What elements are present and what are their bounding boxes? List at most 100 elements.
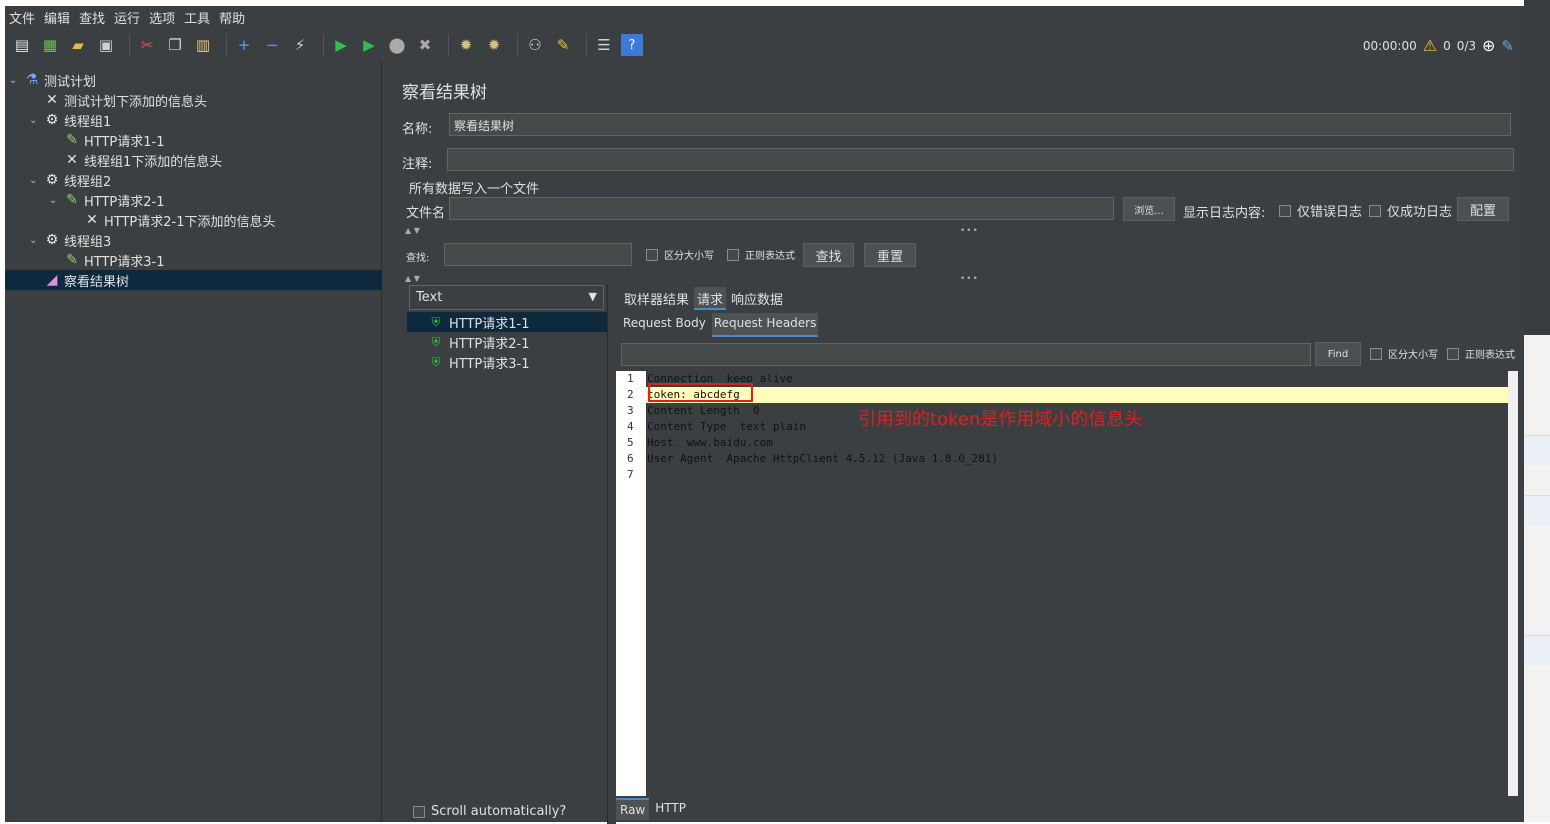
log-icon[interactable]: ✎ (1501, 37, 1514, 55)
warning-icon[interactable]: ⚠ (1423, 36, 1437, 55)
remote-icon[interactable]: ⊕ (1482, 36, 1495, 55)
tree-node-http-1-1[interactable]: ✎ HTTP请求1-1 (49, 130, 164, 150)
reset-search-icon[interactable]: ✎ (552, 34, 574, 56)
tree-node-view-results-tree[interactable]: ◢ 察看结果树 (5, 270, 382, 290)
collapse-icon[interactable]: − (261, 34, 283, 56)
pipette-icon: ✎ (66, 132, 78, 148)
case-sensitive-checkbox[interactable]: 区分大小写 (646, 247, 714, 262)
templates-icon[interactable]: ▦ (39, 34, 61, 56)
tab-http[interactable]: HTTP (651, 798, 690, 820)
function-helper-icon[interactable]: ☰ (593, 34, 615, 56)
header-search-input[interactable] (621, 343, 1311, 366)
elapsed-timer: 00:00:00 (1362, 38, 1417, 53)
tab-request-headers[interactable]: Request Headers (711, 313, 819, 337)
comment-field[interactable] (447, 148, 1514, 171)
save-icon[interactable]: ▣ (95, 34, 117, 56)
list-item[interactable]: ⛨ HTTP请求1-1 (407, 312, 607, 332)
result-label: HTTP请求2-1 (449, 336, 530, 352)
case-sensitive-label: 区分大小写 (664, 251, 714, 262)
line-number: 2 (627, 388, 634, 401)
stop-icon[interactable]: ⬤ (386, 34, 408, 56)
list-item[interactable]: ⛨ HTTP请求2-1 (407, 332, 607, 352)
splitter-middle[interactable]: ▲ ▼ ••• (405, 274, 1515, 284)
tree-node-test-plan[interactable]: ⌄ ⚗ 测试计划 (9, 70, 96, 90)
warning-count: 0 (1443, 38, 1451, 53)
expand-toggle-icon[interactable]: ⌄ (29, 175, 43, 186)
clear-all-icon[interactable]: ✹ (483, 34, 505, 56)
expand-toggle-icon[interactable]: ⌄ (9, 75, 23, 86)
menu-run[interactable]: 运行 (114, 8, 140, 27)
tab-sampler-result[interactable]: 取样器结果 (621, 287, 692, 310)
search-input[interactable] (444, 243, 632, 266)
code-line-highlighted: token: abcdefg (646, 387, 1508, 403)
expand-toggle-icon[interactable]: ⌄ (49, 195, 63, 206)
menu-help[interactable]: 帮助 (219, 8, 245, 27)
tab-response-data[interactable]: 响应数据 (728, 287, 786, 310)
cut-icon[interactable]: ✂ (136, 34, 158, 56)
header-case-checkbox[interactable]: 区分大小写 (1370, 346, 1438, 361)
menu-search[interactable]: 查找 (79, 8, 105, 27)
start-icon[interactable]: ▶ (330, 34, 352, 56)
header-find-button[interactable]: Find (1315, 342, 1361, 366)
success-only-label: 仅成功日志 (1387, 205, 1453, 220)
regex-checkbox[interactable]: 正则表达式 (727, 247, 795, 262)
pipette-icon: ✎ (66, 252, 78, 268)
vertical-splitter[interactable] (607, 284, 616, 824)
clear-icon[interactable]: ✹ (455, 34, 477, 56)
result-label: HTTP请求1-1 (449, 316, 530, 332)
tree-node-group1-header[interactable]: ✕ 线程组1下添加的信息头 (49, 150, 222, 170)
shield-check-icon: ⛨ (431, 354, 441, 369)
find-button[interactable]: 查找 (803, 243, 854, 267)
result-label: HTTP请求3-1 (449, 356, 530, 372)
tree-node-http2-header[interactable]: ✕ HTTP请求2-1下添加的信息头 (69, 210, 275, 230)
name-field[interactable]: 察看结果树 (449, 113, 1511, 136)
list-item[interactable]: ⛨ HTTP请求3-1 (407, 352, 607, 372)
header-regex-checkbox[interactable]: 正则表达式 (1447, 346, 1515, 361)
tree-node-plan-header[interactable]: ✕ 测试计划下添加的信息头 (29, 90, 207, 110)
tools-icon: ✕ (66, 152, 78, 168)
shutdown-icon[interactable]: ✖ (414, 34, 436, 56)
expand-toggle-icon[interactable]: ⌄ (29, 235, 43, 246)
code-area[interactable]: Connection keep alive token: abcdefg Con… (646, 371, 1508, 796)
copy-icon[interactable]: ❐ (164, 34, 186, 56)
flask-icon: ⚗ (25, 72, 39, 88)
tree-node-http-2-1[interactable]: ⌄ ✎ HTTP请求2-1 (49, 190, 165, 210)
gear-icon: ⚙ (45, 172, 59, 188)
tree-node-http-3-1[interactable]: ✎ HTTP请求3-1 (49, 250, 164, 270)
scroll-auto-checkbox[interactable]: Scroll automatically? (413, 804, 566, 819)
open-icon[interactable]: ▰ (67, 34, 89, 56)
toolbar-separator (517, 34, 518, 56)
expand-toggle-icon[interactable]: ⌄ (29, 115, 43, 126)
errors-only-checkbox[interactable]: 仅错误日志 (1279, 201, 1362, 220)
tab-request-body[interactable]: Request Body (621, 313, 708, 337)
help-icon[interactable]: ? (621, 34, 643, 56)
tree-node-label: 测试计划下添加的信息头 (64, 94, 208, 110)
browse-button[interactable]: 浏览... (1123, 197, 1175, 221)
menu-file[interactable]: 文件 (9, 8, 35, 27)
success-only-checkbox[interactable]: 仅成功日志 (1369, 201, 1452, 220)
paste-icon[interactable]: ▥ (192, 34, 214, 56)
start-no-pause-icon[interactable]: ▶ (358, 34, 380, 56)
request-headers-editor[interactable]: 1 2 3 4 5 6 7 Connection keep alive toke… (616, 371, 1518, 796)
tree-node-thread-group-3[interactable]: ⌄ ⚙ 线程组3 (29, 230, 111, 250)
menu-edit[interactable]: 编辑 (44, 8, 70, 27)
tab-raw[interactable]: Raw (616, 798, 650, 820)
tab-request[interactable]: 请求 (694, 287, 727, 310)
line-number: 4 (627, 420, 634, 433)
toggle-icon[interactable]: ⚡ (289, 34, 311, 56)
tree-node-thread-group-2[interactable]: ⌄ ⚙ 线程组2 (29, 170, 111, 190)
filename-field[interactable] (449, 197, 1114, 220)
reset-button[interactable]: 重置 (864, 243, 916, 267)
page-title: 察看结果树 (402, 83, 487, 103)
expand-icon[interactable]: + (233, 34, 255, 56)
new-icon[interactable]: ▤ (11, 34, 33, 56)
renderer-select[interactable]: Text ▼ (409, 285, 604, 310)
menu-tools[interactable]: 工具 (184, 8, 210, 27)
configure-button[interactable]: 配置 (1457, 197, 1509, 221)
tree-node-thread-group-1[interactable]: ⌄ ⚙ 线程组1 (29, 110, 111, 130)
search-icon[interactable]: ⚇ (524, 34, 546, 56)
splitter-top[interactable]: ▲ ▼ ••• (405, 226, 1515, 236)
vertical-scrollbar[interactable] (1508, 371, 1518, 796)
menu-options[interactable]: 选项 (149, 8, 175, 27)
